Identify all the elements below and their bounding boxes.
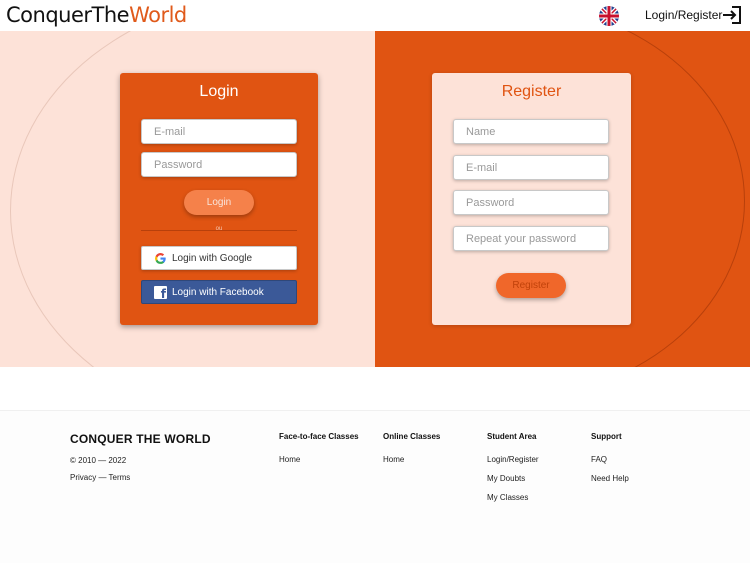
login-email-input[interactable]: E-mail: [141, 119, 297, 144]
register-card: Register Name E-mail Password Repeat you…: [432, 73, 631, 325]
logo-part-3: World: [129, 3, 187, 27]
footer-link-my-classes[interactable]: My Classes: [487, 493, 587, 502]
divider-text: ou: [215, 226, 223, 232]
footer-link-home[interactable]: Home: [279, 455, 379, 464]
register-title: Register: [501, 83, 562, 100]
register-email-input[interactable]: E-mail: [453, 155, 609, 180]
uk-flag-icon[interactable]: [599, 6, 619, 26]
footer-brand: CONQUER THE WORLD: [70, 432, 211, 446]
footer-column-title: Student Area: [487, 432, 537, 441]
site-logo[interactable]: ConquerTheWorld: [6, 3, 187, 27]
footer: CONQUER THE WORLD © 2010 — 2022 Privacy …: [0, 410, 750, 563]
google-icon: [154, 252, 167, 265]
footer-legal-links[interactable]: Privacy — Terms: [70, 473, 130, 482]
auth-section: Login E-mail Password Login ou Login wit…: [0, 31, 750, 367]
logo-part-2: The: [91, 3, 130, 27]
footer-column-title: Online Classes: [383, 432, 441, 441]
facebook-button-label: Login with Facebook: [172, 287, 264, 298]
sign-in-icon[interactable]: [722, 6, 742, 24]
register-name-input[interactable]: Name: [453, 119, 609, 144]
logo-part-1: Conquer: [6, 3, 92, 27]
facebook-icon: f: [154, 286, 167, 300]
footer-column-online: Online Classes Home: [383, 432, 483, 474]
login-google-button[interactable]: Login with Google: [141, 246, 297, 270]
footer-column-student-area: Student Area Login/Register My Doubts My…: [487, 432, 587, 512]
footer-link-need-help[interactable]: Need Help: [591, 474, 691, 483]
login-title: Login: [199, 83, 239, 100]
login-password-input[interactable]: Password: [141, 152, 297, 177]
top-header: ConquerTheWorld Login/Register: [0, 0, 750, 31]
register-password-input[interactable]: Password: [453, 190, 609, 215]
footer-copyright: © 2010 — 2022: [70, 456, 127, 465]
footer-column-title: Face-to-face Classes: [279, 432, 359, 441]
footer-link-faq[interactable]: FAQ: [591, 455, 691, 464]
login-card: Login E-mail Password Login ou Login wit…: [120, 73, 318, 325]
footer-link-my-doubts[interactable]: My Doubts: [487, 474, 587, 483]
register-button[interactable]: Register: [496, 273, 566, 298]
login-button[interactable]: Login: [184, 190, 254, 215]
google-button-label: Login with Google: [172, 253, 253, 264]
footer-link-home[interactable]: Home: [383, 455, 483, 464]
footer-link-login-register[interactable]: Login/Register: [487, 455, 587, 464]
footer-column-face-to-face: Face-to-face Classes Home: [279, 432, 379, 474]
login-register-link[interactable]: Login/Register: [645, 8, 722, 22]
footer-column-support: Support FAQ Need Help: [591, 432, 691, 493]
login-facebook-button[interactable]: f Login with Facebook: [141, 280, 297, 304]
footer-column-title: Support: [591, 432, 622, 441]
register-repeat-password-input[interactable]: Repeat your password: [453, 226, 609, 251]
